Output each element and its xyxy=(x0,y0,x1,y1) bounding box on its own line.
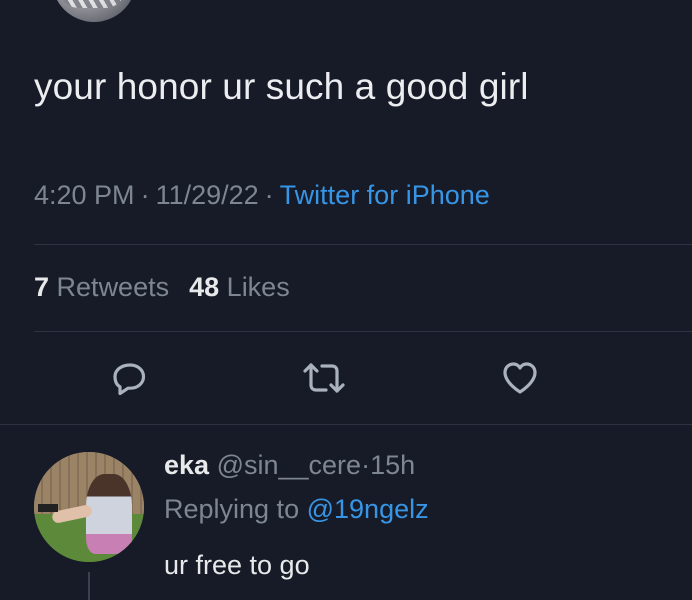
replying-prefix: Replying to xyxy=(164,494,300,524)
reply-icon xyxy=(113,363,146,396)
reply-header: eka @sin__cere·15h xyxy=(164,450,415,481)
replying-to-line: Replying to @19ngelz xyxy=(164,494,429,525)
reply-author-handle[interactable]: @sin__cere xyxy=(217,450,361,480)
likes-stat[interactable]: 48 Likes xyxy=(189,272,290,302)
replying-to-mention[interactable]: @19ngelz xyxy=(307,494,429,524)
reply-author-avatar[interactable] xyxy=(34,452,144,562)
tweet-time[interactable]: 4:20 PM xyxy=(34,180,135,210)
tweet-source-link[interactable]: Twitter for iPhone xyxy=(280,180,490,210)
tweet-action-bar xyxy=(0,356,692,406)
tweet-text: your honor ur such a good girl xyxy=(34,66,529,107)
like-icon xyxy=(503,362,537,394)
tweet-detail-screen: your honor ur such a good girl 4:20 PM · 1… xyxy=(0,0,692,600)
divider xyxy=(34,331,692,332)
tweet-stats: 7 Retweets 48 Likes xyxy=(34,272,290,303)
meta-separator: · xyxy=(140,180,150,210)
retweet-icon xyxy=(303,363,345,393)
reply-author-name[interactable]: eka xyxy=(164,450,209,480)
retweets-count: 7 xyxy=(34,272,50,302)
thread-line xyxy=(88,572,90,600)
divider xyxy=(34,244,692,245)
author-avatar[interactable] xyxy=(52,0,136,22)
reply-age: 15h xyxy=(370,450,416,480)
likes-count: 48 xyxy=(189,272,220,302)
reply-separator: · xyxy=(361,450,371,480)
reply-text: ur free to go xyxy=(164,550,310,580)
divider xyxy=(0,424,692,425)
like-button[interactable] xyxy=(498,356,542,400)
retweet-button[interactable] xyxy=(302,356,346,400)
likes-label: Likes xyxy=(226,272,290,302)
reply-tweet[interactable]: eka @sin__cere·15h Replying to @19ngelz … xyxy=(0,432,692,600)
reply-button[interactable] xyxy=(108,356,152,400)
tweet-date[interactable]: 11/29/22 xyxy=(156,180,259,210)
retweets-label: Retweets xyxy=(56,272,170,302)
retweets-stat[interactable]: 7 Retweets xyxy=(34,272,169,302)
tweet-meta: 4:20 PM · 11/29/22 · Twitter for iPhone xyxy=(34,180,490,211)
meta-separator: · xyxy=(264,180,274,210)
